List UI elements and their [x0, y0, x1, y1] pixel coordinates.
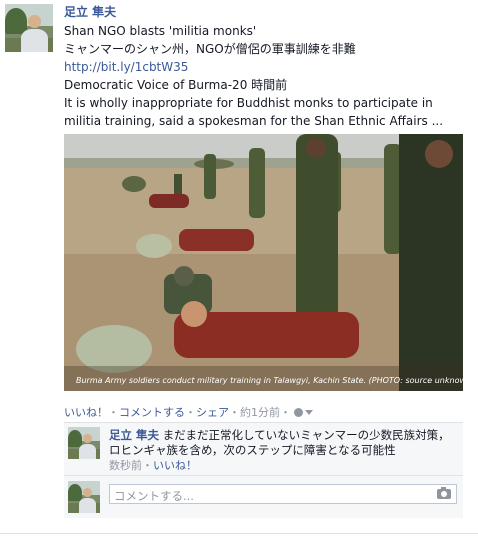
post-author-name[interactable]: 足立 隼夫: [64, 3, 116, 20]
post-timestamp[interactable]: ・約1分前・: [229, 406, 291, 419]
link-excerpt: It is wholly inappropriate for Buddhist …: [64, 96, 444, 128]
chevron-down-icon[interactable]: [305, 410, 313, 415]
commenter-avatar[interactable]: [68, 427, 100, 459]
author-avatar[interactable]: [5, 4, 53, 52]
avatar-head: [83, 434, 92, 443]
avatar-head: [83, 488, 92, 497]
comment-body: 足立 隼夫 まだまだ正常化していないミャンマーの少数民族対策，ロヒンギャ族を含め…: [109, 428, 457, 473]
comment-like-link[interactable]: いいね！: [153, 459, 197, 472]
like-link[interactable]: いいね！: [64, 406, 108, 419]
avatar-head: [28, 14, 41, 28]
viewer-avatar: [68, 481, 100, 513]
shared-url[interactable]: http://bit.ly/1cbtW35: [64, 58, 470, 76]
photo-caption: Burma Army soldiers conduct military tra…: [76, 376, 463, 385]
comment-meta: 数秒前・いいね！: [109, 458, 457, 473]
separator: ・: [185, 406, 196, 419]
avatar-shirt: [78, 443, 97, 459]
camera-icon[interactable]: [437, 487, 451, 499]
avatar-shirt: [20, 28, 48, 52]
link-title-en: Shan NGO blasts 'militia monks': [64, 24, 257, 38]
avatar-tree: [68, 483, 83, 502]
shared-link-text: Shan NGO blasts 'militia monks' ミャンマーのシャ…: [64, 22, 470, 130]
avatar-tree: [5, 7, 27, 35]
separator: ・: [108, 406, 119, 419]
reply-composer: [64, 475, 463, 518]
comment-timestamp[interactable]: 数秒前・: [109, 459, 153, 472]
avatar-tree: [68, 429, 83, 448]
commenter-name[interactable]: 足立 隼夫: [109, 428, 159, 442]
post-photo[interactable]: Burma Army soldiers conduct military tra…: [64, 134, 463, 391]
divider: [0, 533, 478, 534]
link-title-ja: ミャンマーのシャン州，NGOが僧侶の軍事訓練を非難: [64, 42, 356, 56]
globe-icon[interactable]: [294, 408, 303, 417]
avatar-shirt: [78, 497, 97, 513]
comment-input-box: [109, 484, 457, 505]
photo-scene: [64, 134, 463, 391]
link-source: Democratic Voice of Burma-20 時間前: [64, 78, 288, 92]
share-link[interactable]: シェア: [196, 406, 229, 419]
post-actions: いいね！・コメントする・シェア・約1分前・: [64, 404, 313, 420]
comment-link[interactable]: コメントする: [119, 406, 185, 419]
comment-item: 足立 隼夫 まだまだ正常化していないミャンマーの少数民族対策，ロヒンギャ族を含め…: [64, 422, 463, 475]
comment-text: まだまだ正常化していないミャンマーの少数民族対策，ロヒンギャ族を含め，次のステッ…: [109, 428, 450, 457]
comment-input[interactable]: [110, 487, 414, 505]
